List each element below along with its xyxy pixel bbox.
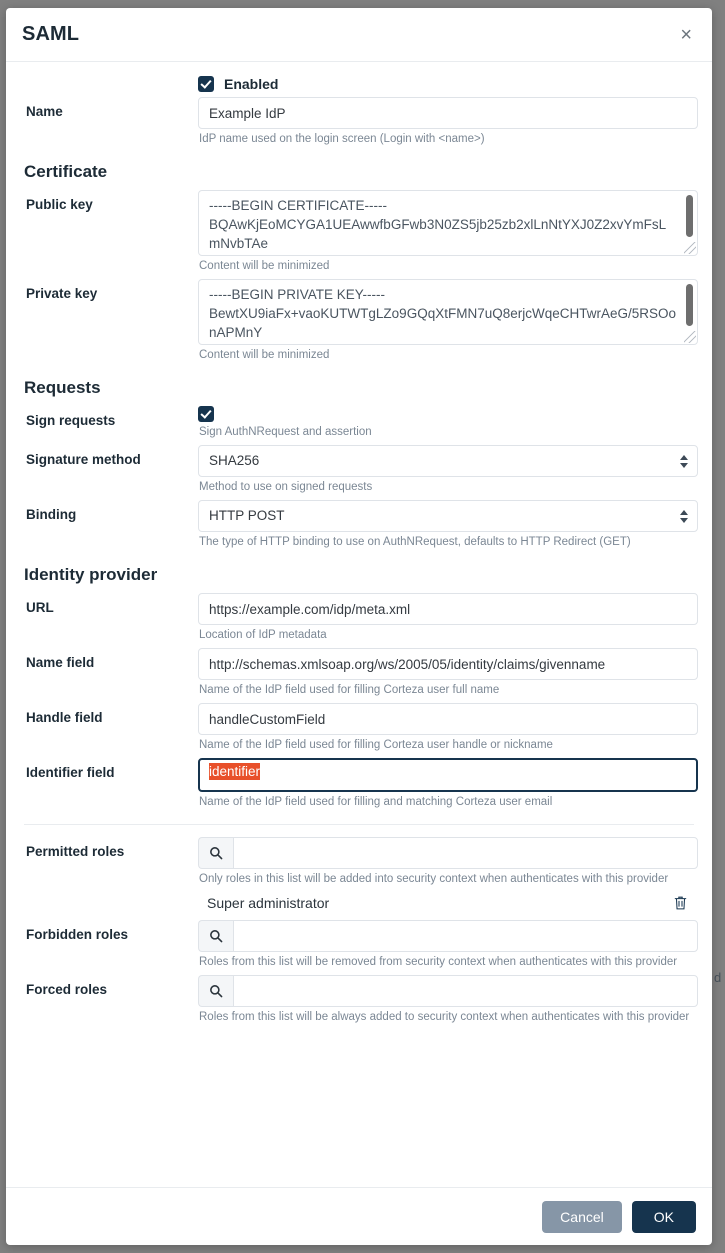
- modal-footer: Cancel OK: [6, 1187, 712, 1245]
- identifier-field-help-text: Name of the IdP field used for filling a…: [199, 796, 553, 808]
- signature-method-help-text: Method to use on signed requests: [199, 481, 373, 493]
- search-icon: [198, 837, 233, 869]
- enabled-checkbox-row[interactable]: Enabled: [198, 76, 698, 92]
- private-key-textarea[interactable]: -----BEGIN PRIVATE KEY----- BewtXU9iaFx+…: [198, 279, 698, 345]
- name-help-text: IdP name used on the login screen (Login…: [199, 133, 485, 145]
- public-key-value: -----BEGIN CERTIFICATE----- BQAwKjEoMCYG…: [209, 198, 667, 251]
- name-input[interactable]: [198, 97, 698, 129]
- forbidden-roles-search-input[interactable]: [233, 920, 698, 952]
- cancel-button[interactable]: Cancel: [542, 1200, 622, 1233]
- field-row-enabled: Enabled: [20, 76, 698, 92]
- section-title-certificate: Certificate: [24, 162, 108, 181]
- checkbox-checked-icon[interactable]: [198, 76, 214, 92]
- private-key-value: -----BEGIN PRIVATE KEY----- BewtXU9iaFx+…: [209, 287, 677, 340]
- private-key-help-text: Content will be minimized: [199, 349, 330, 361]
- permitted-roles-search-input[interactable]: [233, 837, 698, 869]
- section-title-identity-provider: Identity provider: [24, 565, 158, 584]
- forced-roles-search-input[interactable]: [233, 975, 698, 1007]
- checkbox-checked-icon[interactable]: [198, 406, 214, 422]
- forbidden-roles-label: Forbidden roles: [26, 927, 129, 942]
- permitted-roles-label: Permitted roles: [26, 844, 125, 859]
- permitted-roles-help-text: Only roles in this list will be added in…: [199, 873, 669, 885]
- field-row-sign-requests: Sign requests Sign AuthNRequest and asse…: [20, 406, 698, 440]
- sign-requests-checkbox-row[interactable]: [198, 406, 698, 422]
- resize-handle-icon[interactable]: [684, 331, 696, 343]
- private-key-scrollbar[interactable]: [686, 284, 693, 326]
- page-title: SAML: [22, 23, 80, 45]
- field-row-public-key: Public key -----BEGIN CERTIFICATE----- B…: [20, 190, 698, 274]
- saml-settings-modal: SAML × Enabled Name IdP name used on the…: [6, 8, 712, 1245]
- signature-method-select[interactable]: SHA256: [198, 445, 698, 477]
- enabled-label: Enabled: [224, 76, 279, 92]
- url-input[interactable]: [198, 593, 698, 625]
- close-icon[interactable]: ×: [674, 21, 698, 49]
- resize-handle-icon[interactable]: [684, 242, 696, 254]
- name-field-help-text: Name of the IdP field used for filling C…: [199, 684, 500, 696]
- handle-field-label: Handle field: [26, 710, 103, 725]
- field-row-identifier-field: Identifier field identifier Name of the …: [20, 758, 698, 810]
- public-key-help-text: Content will be minimized: [199, 260, 330, 272]
- search-icon: [198, 975, 233, 1007]
- forced-roles-help-text: Roles from this list will be always adde…: [199, 1011, 690, 1023]
- field-row-forbidden-roles: Forbidden roles Roles from this list wil…: [20, 920, 698, 970]
- section-divider: [24, 824, 694, 825]
- ok-button[interactable]: OK: [631, 1200, 696, 1233]
- public-key-textarea[interactable]: -----BEGIN CERTIFICATE----- BQAwKjEoMCYG…: [198, 190, 698, 256]
- list-item: Super administrator: [198, 891, 698, 915]
- field-row-permitted-roles: Permitted roles Only roles in this list …: [20, 837, 698, 915]
- field-row-name: Name IdP name used on the login screen (…: [20, 97, 698, 147]
- field-row-private-key: Private key -----BEGIN PRIVATE KEY----- …: [20, 279, 698, 363]
- field-row-forced-roles: Forced roles Roles from this list will b…: [20, 975, 698, 1025]
- private-key-label: Private key: [26, 286, 98, 301]
- forced-roles-search-group: [198, 975, 698, 1007]
- url-help-text: Location of IdP metadata: [199, 629, 327, 641]
- search-icon: [198, 920, 233, 952]
- name-field-label: Name field: [26, 655, 95, 670]
- field-row-binding: Binding HTTP POST The type of HTTP bindi…: [20, 500, 698, 550]
- background-page-clipped-text: d a: [714, 970, 725, 985]
- url-label: URL: [26, 600, 54, 615]
- name-label: Name: [26, 104, 63, 119]
- binding-value: HTTP POST: [198, 500, 698, 532]
- identifier-field-label: Identifier field: [26, 765, 115, 780]
- handle-field-input[interactable]: [198, 703, 698, 735]
- modal-header: SAML ×: [6, 8, 712, 62]
- forced-roles-label: Forced roles: [26, 982, 108, 997]
- sign-requests-help-text: Sign AuthNRequest and assertion: [199, 426, 372, 438]
- binding-label: Binding: [26, 507, 77, 522]
- trash-icon[interactable]: [673, 895, 688, 911]
- field-row-handle-field: Handle field Name of the IdP field used …: [20, 703, 698, 753]
- sign-requests-label: Sign requests: [26, 413, 116, 428]
- binding-help-text: The type of HTTP binding to use on AuthN…: [199, 536, 631, 548]
- forbidden-roles-search-group: [198, 920, 698, 952]
- public-key-label: Public key: [26, 197, 93, 212]
- public-key-scrollbar[interactable]: [686, 195, 693, 237]
- role-name: Super administrator: [207, 895, 330, 911]
- field-row-name-field: Name field Name of the IdP field used fo…: [20, 648, 698, 698]
- signature-method-value: SHA256: [198, 445, 698, 477]
- enabled-spacer: [20, 76, 198, 82]
- field-row-url: URL Location of IdP metadata: [20, 593, 698, 643]
- permitted-roles-search-group: [198, 837, 698, 869]
- binding-select[interactable]: HTTP POST: [198, 500, 698, 532]
- signature-method-label: Signature method: [26, 452, 141, 467]
- section-title-requests: Requests: [24, 378, 101, 397]
- forbidden-roles-help-text: Roles from this list will be removed fro…: [199, 956, 678, 968]
- identifier-field-input[interactable]: identifier: [198, 758, 698, 792]
- modal-body: Enabled Name IdP name used on the login …: [6, 62, 712, 1187]
- handle-field-help-text: Name of the IdP field used for filling C…: [199, 739, 553, 751]
- field-row-signature-method: Signature method SHA256 Method to use on…: [20, 445, 698, 495]
- name-field-input[interactable]: [198, 648, 698, 680]
- identifier-field-selected-text: identifier: [209, 763, 261, 780]
